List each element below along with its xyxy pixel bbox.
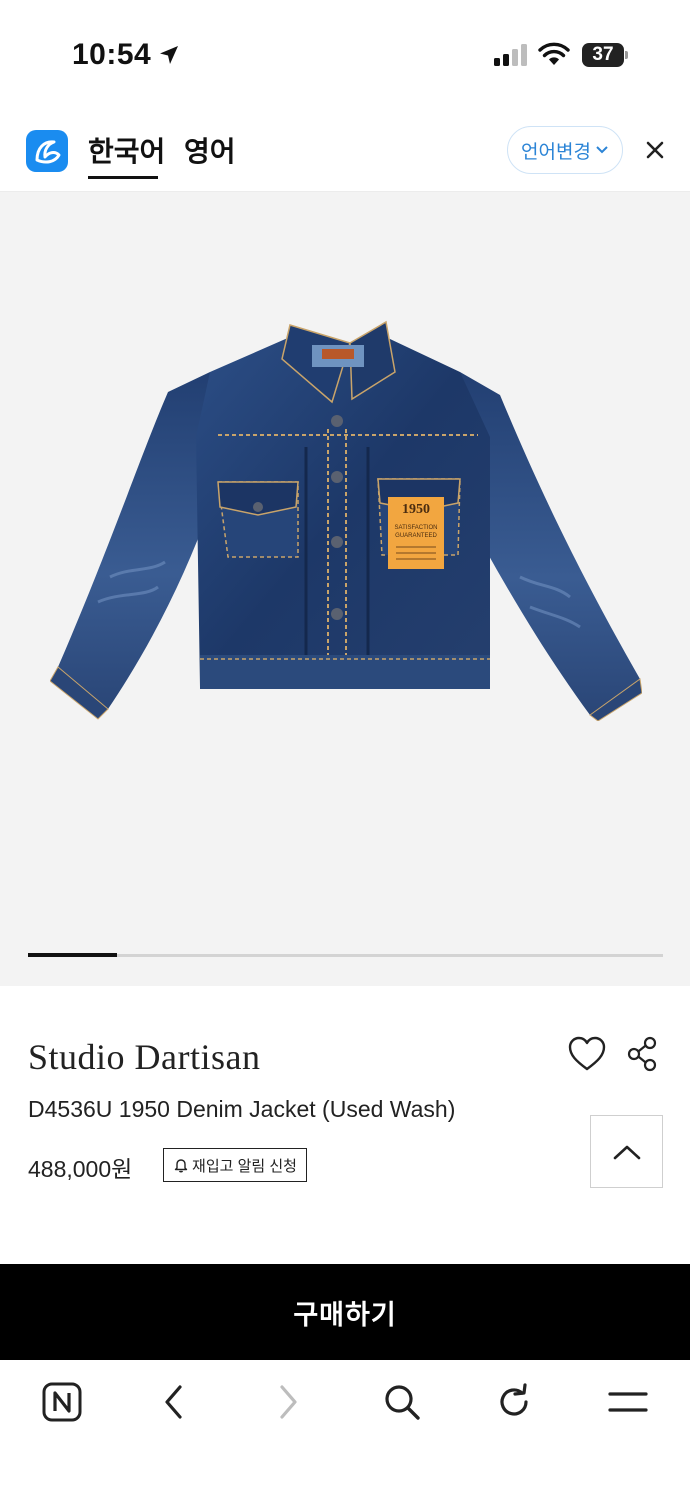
wifi-icon bbox=[538, 42, 570, 65]
menu-button[interactable] bbox=[606, 1380, 650, 1424]
buy-button[interactable]: 구매하기 bbox=[0, 1264, 690, 1360]
patch-line-1: SATISFACTION bbox=[395, 525, 438, 531]
naver-n-icon bbox=[42, 1382, 82, 1422]
translate-logo-icon bbox=[35, 140, 61, 164]
product-price: 488,000원 bbox=[28, 1156, 133, 1182]
restock-alert-button[interactable]: 재입고 알림 신청 bbox=[163, 1148, 307, 1182]
tab-korean[interactable]: 한국어 bbox=[88, 130, 165, 170]
carousel-progress-track bbox=[28, 953, 663, 957]
patch-line-2: GUARANTEED bbox=[395, 533, 437, 539]
search-icon bbox=[385, 1385, 420, 1420]
active-tab-indicator bbox=[88, 176, 158, 179]
forward-button[interactable] bbox=[266, 1380, 310, 1424]
chevron-down-icon bbox=[596, 146, 608, 154]
bell-icon bbox=[174, 1159, 188, 1173]
carousel-progress-indicator bbox=[28, 953, 117, 957]
language-change-label: 언어변경 bbox=[521, 141, 591, 163]
translate-bar: 한국어 영어 언어변경 bbox=[0, 110, 690, 192]
location-arrow-icon bbox=[160, 46, 178, 64]
patch-year: 1950 bbox=[402, 502, 430, 517]
restock-alert-label: 재입고 알림 신청 bbox=[192, 1157, 297, 1175]
back-arrow-icon bbox=[165, 1385, 182, 1419]
status-time: 10:54 bbox=[72, 38, 152, 71]
denim-jacket-image: 1950 SATISFACTION GUARANTEED bbox=[50, 320, 642, 721]
language-change-button[interactable]: 언어변경 bbox=[507, 126, 623, 174]
forward-arrow-icon bbox=[280, 1385, 297, 1419]
chevron-up-icon bbox=[613, 1145, 640, 1159]
refresh-icon bbox=[500, 1383, 528, 1416]
menu-icon bbox=[608, 1392, 648, 1412]
close-icon[interactable] bbox=[640, 135, 670, 165]
battery-nub bbox=[625, 51, 628, 59]
search-button[interactable] bbox=[380, 1380, 424, 1424]
translate-app-logo[interactable] bbox=[26, 130, 68, 172]
product-image-carousel[interactable]: 1950 SATISFACTION GUARANTEED bbox=[0, 192, 690, 986]
scroll-to-top-button[interactable] bbox=[590, 1115, 663, 1188]
heart-icon[interactable] bbox=[568, 1036, 606, 1072]
browser-toolbar bbox=[0, 1360, 690, 1500]
naver-home-button[interactable] bbox=[40, 1380, 84, 1424]
refresh-button[interactable] bbox=[492, 1380, 536, 1424]
battery-icon: 37 bbox=[582, 43, 628, 67]
status-bar: 10:54 37 bbox=[0, 0, 690, 110]
battery-level: 37 bbox=[582, 43, 624, 67]
tab-english[interactable]: 영어 bbox=[184, 130, 236, 170]
back-button[interactable] bbox=[152, 1380, 196, 1424]
product-name: D4536U 1950 Denim Jacket (Used Wash) bbox=[28, 1096, 456, 1122]
share-icon[interactable] bbox=[626, 1036, 658, 1072]
brand-name[interactable]: Studio Dartisan bbox=[28, 1036, 260, 1078]
cellular-signal-icon bbox=[494, 44, 527, 66]
